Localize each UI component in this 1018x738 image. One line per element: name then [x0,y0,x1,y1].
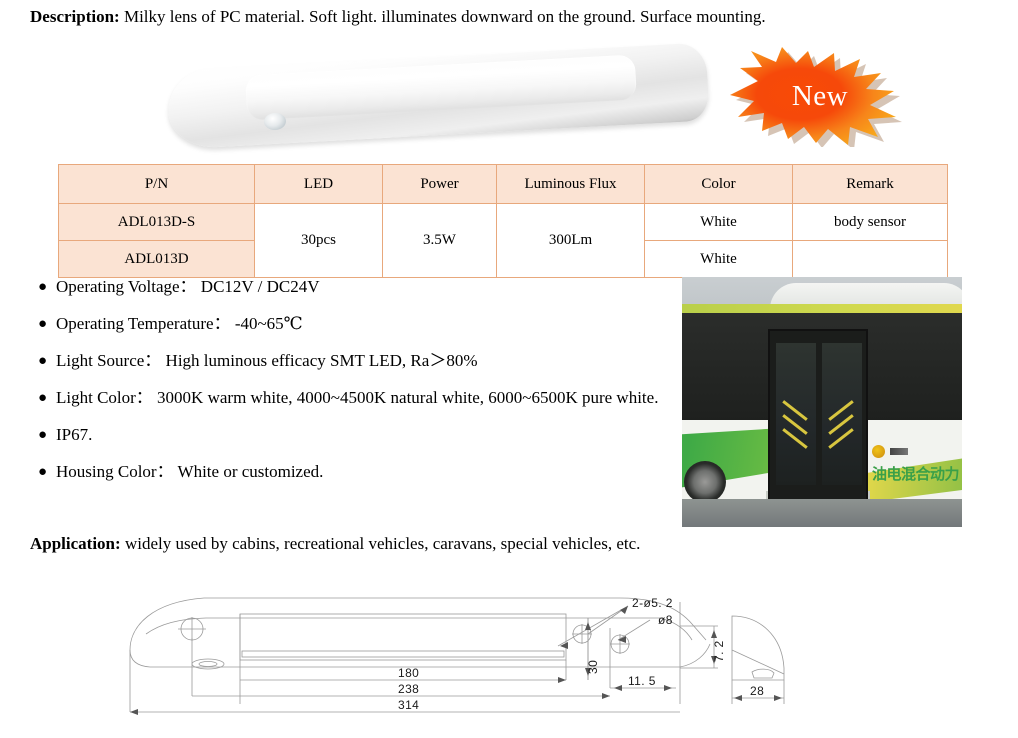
bullet-dot-icon: ● [38,353,48,369]
new-badge-label: New [791,79,849,112]
arrow-7-2-top [711,630,717,638]
cell-led: 30pcs [254,203,383,278]
bus-double-door [768,329,868,501]
bullet-dot-icon: ● [38,279,48,295]
table-row: ADL013D-S 30pcs 3.5W 300Lm White body se… [58,203,948,278]
arrow-leader-1 [620,606,628,614]
arrow-180 [558,677,566,683]
dim-label-28: 28 [750,684,765,698]
dim-label-314: 314 [398,698,420,712]
dim-label-7-2: 7. 2 [712,640,726,662]
column-header-remark: Remark [792,164,948,204]
bullet-dot-icon: ● [38,427,48,443]
lamp-assembly [166,42,710,150]
specification-table: P/N LED Power Luminous Flux Color Remark… [58,164,948,278]
application-text: widely used by cabins, recreational vehi… [124,534,641,553]
bullet-dot-icon: ● [38,464,48,480]
arrow-28-right [774,695,782,701]
list-item: ● IP67. [30,423,680,447]
list-item: ● Operating Voltage： DC12V / DC24V [30,275,680,299]
cell-color-2: White [644,240,793,278]
arrow-11-5-right [664,685,672,691]
spec-ip-rating: IP67. [56,425,93,444]
arrow-11-5-left [614,685,622,691]
technical-drawing: 180 238 314 30 2-ø5. 2 ø8 11. 5 7. 2 28 [120,588,900,728]
cell-remark-2 [792,240,948,278]
arrow-28-left [734,695,742,701]
cell-power: 3.5W [382,203,497,278]
dim-label-11-5: 11. 5 [628,674,656,688]
bus-front-wheel [684,461,726,503]
photo-ground [682,499,962,527]
endview-sensor [751,668,775,679]
cell-color-1: White [644,203,793,241]
dim-label-hole-callout: 2-ø5. 2 [632,596,673,610]
dim-label-hole-diameter: ø8 [658,613,673,627]
sensor-outline [191,658,225,670]
description-lead: Description: [30,7,120,26]
bus-door-glass-right [822,343,862,485]
application-paragraph: Application: widely used by cabins, recr… [30,529,675,558]
list-item: ● Light Source： High luminous efficacy S… [30,349,680,373]
arrow-leader-2 [560,642,568,649]
bus-door-glass-left [776,343,816,485]
bullet-dot-icon: ● [38,316,48,332]
spec-light-source: Light Source： High luminous efficacy SMT… [56,351,478,370]
leader-hole-3 [617,619,651,641]
dimension-drawing [129,597,785,715]
arrow-314 [130,709,138,715]
spec-housing-color: Housing Color： White or customized. [56,462,324,481]
cell-pn-1: ADL013D-S [58,203,255,241]
bus-hybrid-marking: 油电混合动力 [872,465,960,483]
leader-hole-2 [557,605,629,647]
profile-top [129,597,707,651]
list-item: ● Operating Temperature： -40~65℃ [30,312,680,336]
sensor-inner [198,661,218,667]
arrow-238 [602,693,610,699]
specification-list: ● Operating Voltage： DC12V / DC24V ● Ope… [30,275,680,497]
bullet-dot-icon: ● [38,390,48,406]
bus-hybrid-logo-icon [872,445,885,458]
description-line: Description: Milky lens of PC material. … [30,6,990,28]
product-photo [160,42,720,150]
column-header-led: LED [254,164,383,204]
cell-remark-1: body sensor [792,203,948,241]
table-header-row: P/N LED Power Luminous Flux Color Remark [58,164,948,204]
spec-operating-voltage: Operating Voltage： DC12V / DC24V [56,277,320,296]
list-item: ● Housing Color： White or customized. [30,460,680,484]
spec-operating-temperature: Operating Temperature： -40~65℃ [56,314,303,333]
dim-label-238: 238 [398,682,420,696]
cell-luminous-flux: 300Lm [496,203,645,278]
column-header-power: Power [382,164,497,204]
dim-label-180: 180 [398,666,420,680]
bus-logo-bar [890,448,908,455]
dim-label-30: 30 [586,659,600,674]
endview-crease [731,649,785,675]
column-header-luminous-flux: Luminous Flux [496,164,645,204]
description-text: Milky lens of PC material. Soft light. i… [123,7,766,26]
application-lead: Application: [30,534,121,553]
column-header-color: Color [644,164,793,204]
lens-block [239,613,567,661]
list-item: ● Light Color： 3000K warm white, 4000~45… [30,386,680,410]
spec-light-color: Light Color： 3000K warm white, 4000~4500… [56,388,659,407]
column-header-pn: P/N [58,164,255,204]
lens-strip [241,650,565,658]
application-photo-bus: 油电混合动力 [682,277,962,527]
cell-pn-2: ADL013D [58,240,255,278]
new-badge: New [718,45,914,147]
